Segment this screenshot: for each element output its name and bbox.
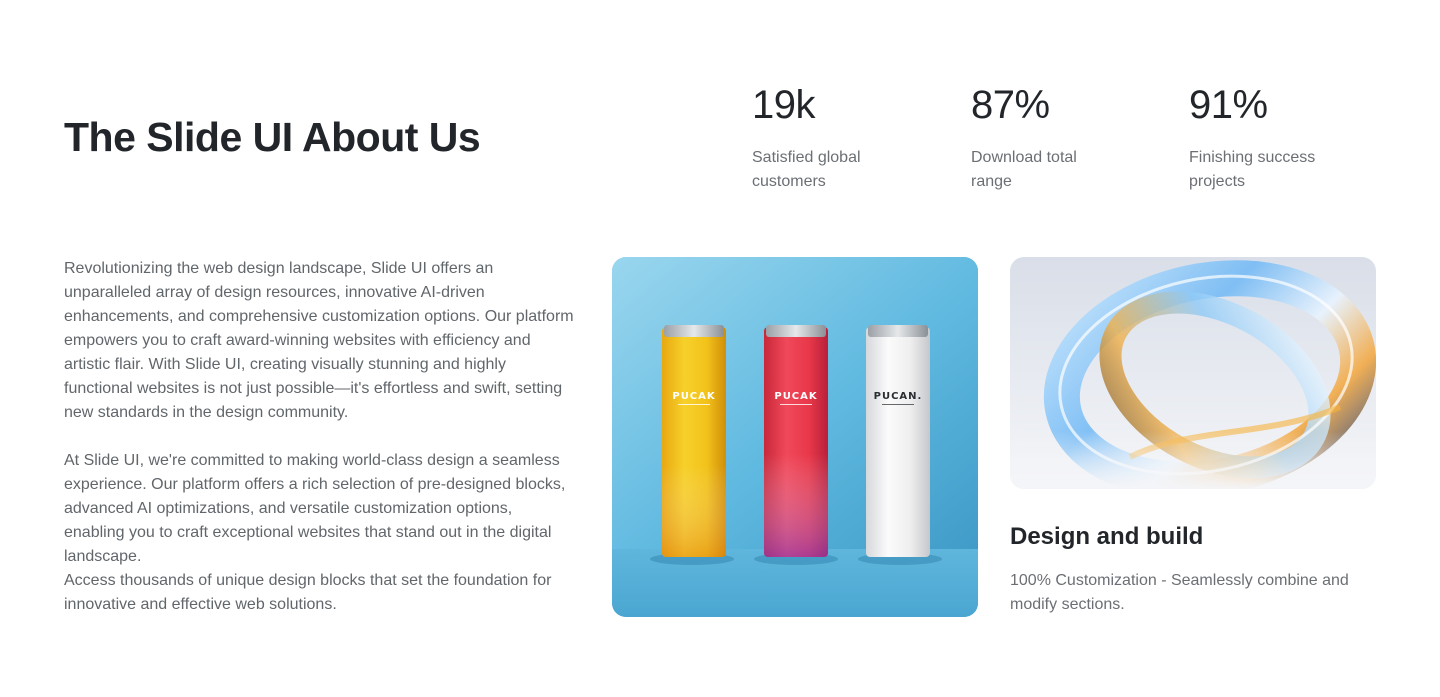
feature-title: Design and build [1010, 523, 1204, 550]
cans-illustration: PUCAK PUCAK PUCAN. [612, 257, 978, 617]
stats-row: 19k Satisfied global customers 87% Downl… [752, 80, 1392, 210]
stat-value: 91% [1189, 83, 1268, 127]
yellow-can: PUCAK [662, 325, 726, 557]
about-paragraph-1: Revolutionizing the web design landscape… [64, 260, 574, 421]
stat-downloads: 87% Download total range [971, 80, 1171, 194]
stat-label: Finishing success projects [1189, 149, 1316, 190]
stat-label: Satisfied global customers [752, 149, 861, 190]
stat-value: 19k [752, 83, 816, 127]
can-brand-label: PUCAK [672, 391, 716, 402]
glass-ring-image [1010, 257, 1376, 489]
glass-ring-illustration [1010, 257, 1376, 489]
white-can: PUCAN. [866, 325, 930, 557]
stat-projects: 91% Finishing success projects [1189, 80, 1389, 194]
can-brand-label: PUCAK [774, 391, 818, 402]
can-brand-label: PUCAN. [874, 391, 923, 402]
about-paragraph-3: Access thousands of unique design blocks… [64, 572, 552, 613]
red-can: PUCAK [764, 325, 828, 557]
stat-label: Download total range [971, 149, 1077, 190]
feature-description: 100% Customization - Seamlessly combine … [1010, 572, 1349, 613]
about-paragraph-2: At Slide UI, we're committed to making w… [64, 452, 566, 565]
about-description: Revolutionizing the web design landscape… [64, 257, 574, 617]
stat-value: 87% [971, 83, 1050, 127]
product-cans-image: PUCAK PUCAK PUCAN. [612, 257, 978, 617]
section-title: The Slide UI About Us [64, 114, 481, 160]
stat-customers: 19k Satisfied global customers [752, 80, 952, 194]
